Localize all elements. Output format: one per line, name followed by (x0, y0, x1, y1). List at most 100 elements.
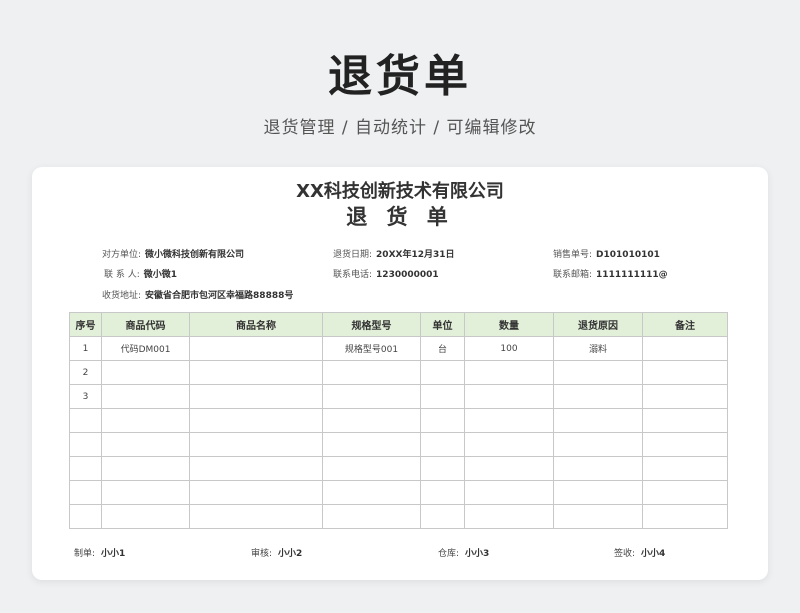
address-label: 收货地址: (102, 291, 142, 301)
table-row (69, 432, 728, 457)
table-cell[interactable] (322, 432, 421, 457)
table-cell[interactable] (642, 432, 728, 457)
table-cell[interactable] (553, 408, 643, 433)
address-field: 收货地址: 安徽省合肥市包河区幸福路88888号 (102, 288, 293, 301)
phone-value[interactable]: 1230000001 (376, 270, 439, 280)
sales-no-value[interactable]: D101010101 (596, 250, 660, 260)
table-cell[interactable] (420, 504, 465, 529)
table-cell[interactable] (464, 384, 554, 409)
table-cell[interactable]: 溺料 (553, 336, 643, 361)
return-date-value[interactable]: 20XX年12月31日 (376, 250, 454, 260)
table-cell[interactable] (464, 480, 554, 505)
table-cell[interactable] (420, 480, 465, 505)
table-cell[interactable] (642, 456, 728, 481)
document-title: 退 货 单 (346, 205, 454, 229)
table-cell[interactable] (189, 384, 323, 409)
column-header: 退货原因 (553, 312, 643, 337)
table-cell[interactable]: 1 (69, 336, 102, 361)
table-cell[interactable] (189, 336, 323, 361)
table-row: 2 (69, 360, 728, 385)
table-cell[interactable] (642, 408, 728, 433)
table-cell[interactable] (189, 504, 323, 529)
reviewer-value[interactable]: 小小2 (278, 549, 302, 559)
table-cell[interactable] (553, 456, 643, 481)
warehouse-field: 仓库: 小小3 (438, 546, 489, 559)
column-header: 序号 (69, 312, 102, 337)
sales-no-field: 销售单号: D101010101 (553, 247, 660, 260)
table-cell[interactable] (69, 504, 102, 529)
table-header-row: 序号 商品代码 商品名称 规格型号 单位 数量 退货原因 备注 (69, 312, 728, 337)
counterparty-value[interactable]: 微小微科技创新有限公司 (145, 250, 244, 260)
table-cell[interactable] (553, 432, 643, 457)
table-cell[interactable] (69, 456, 102, 481)
receiver-field: 签收: 小小4 (614, 546, 665, 559)
table-cell[interactable] (322, 408, 421, 433)
table-cell[interactable] (69, 432, 102, 457)
receiver-value[interactable]: 小小4 (641, 549, 665, 559)
table-cell[interactable] (101, 456, 190, 481)
column-header: 商品代码 (101, 312, 190, 337)
table-cell[interactable]: 2 (69, 360, 102, 385)
table-cell[interactable] (101, 480, 190, 505)
address-value[interactable]: 安徽省合肥市包河区幸福路88888号 (145, 291, 293, 301)
table-cell[interactable] (322, 480, 421, 505)
table-cell[interactable] (322, 360, 421, 385)
table-cell[interactable] (464, 456, 554, 481)
email-value[interactable]: 1111111111@ (596, 270, 668, 280)
table-cell[interactable] (553, 480, 643, 505)
table-cell[interactable]: 台 (420, 336, 465, 361)
table-cell[interactable] (322, 456, 421, 481)
table-cell[interactable] (553, 504, 643, 529)
table-cell[interactable] (464, 432, 554, 457)
table-cell[interactable] (642, 360, 728, 385)
warehouse-value[interactable]: 小小3 (465, 549, 489, 559)
table-cell[interactable] (189, 456, 323, 481)
table-cell[interactable] (69, 408, 102, 433)
email-field: 联系邮箱: 1111111111@ (553, 267, 668, 280)
email-label: 联系邮箱: (553, 270, 593, 280)
table-cell[interactable] (642, 480, 728, 505)
table-row (69, 408, 728, 433)
table-cell[interactable]: 100 (464, 336, 554, 361)
table-cell[interactable]: 3 (69, 384, 102, 409)
table-cell[interactable] (420, 360, 465, 385)
column-header: 备注 (642, 312, 728, 337)
table-cell[interactable] (464, 408, 554, 433)
table-cell[interactable] (464, 360, 554, 385)
table-cell[interactable] (420, 408, 465, 433)
return-date-field: 退货日期: 20XX年12月31日 (333, 247, 455, 260)
column-header: 单位 (420, 312, 465, 337)
maker-value[interactable]: 小小1 (101, 549, 125, 559)
table-cell[interactable] (101, 384, 190, 409)
table-cell[interactable] (420, 456, 465, 481)
hero-subtitle: 退货管理 / 自动统计 / 可编辑修改 (263, 118, 537, 138)
table-cell[interactable] (420, 432, 465, 457)
table-row: 1 代码DM001 规格型号001 台 100 溺料 (69, 336, 728, 361)
table-cell[interactable]: 规格型号001 (322, 336, 421, 361)
table-cell[interactable] (69, 480, 102, 505)
table-cell[interactable] (420, 384, 465, 409)
column-header: 规格型号 (322, 312, 421, 337)
table-cell[interactable] (464, 504, 554, 529)
table-cell[interactable] (553, 384, 643, 409)
table-row (69, 480, 728, 505)
table-cell[interactable] (189, 360, 323, 385)
contact-value[interactable]: 微小微1 (144, 270, 177, 280)
contact-label: 联 系 人: (104, 270, 140, 280)
table-cell[interactable] (322, 504, 421, 529)
table-cell[interactable] (642, 336, 728, 361)
table-cell[interactable] (189, 480, 323, 505)
table-cell[interactable] (553, 360, 643, 385)
table-cell[interactable] (189, 432, 323, 457)
table-cell[interactable]: 代码DM001 (101, 336, 190, 361)
table-cell[interactable] (642, 384, 728, 409)
counterparty-field: 对方单位: 微小微科技创新有限公司 (102, 247, 244, 260)
table-cell[interactable] (642, 504, 728, 529)
table-cell[interactable] (189, 408, 323, 433)
table-cell[interactable] (322, 384, 421, 409)
table-cell[interactable] (101, 408, 190, 433)
table-cell[interactable] (101, 360, 190, 385)
table-cell[interactable] (101, 504, 190, 529)
receiver-label: 签收: (614, 549, 636, 559)
table-cell[interactable] (101, 432, 190, 457)
